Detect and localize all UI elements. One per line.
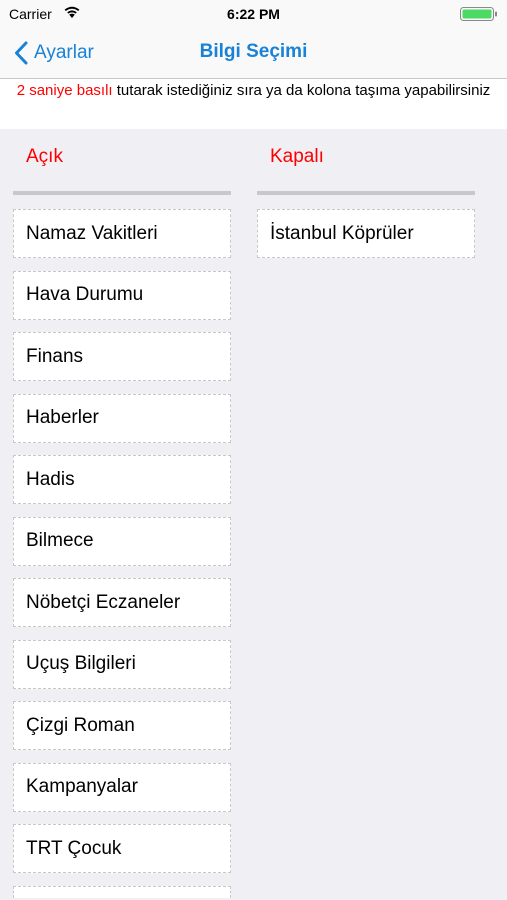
open-list: Namaz Vakitleri Hava Durumu Finans Haberler… — [13, 209, 231, 873]
closed-column-divider — [257, 191, 475, 195]
instruction-text: 2 saniye basılı tutarak istediğiniz sıra… — [0, 79, 507, 129]
battery-icon — [460, 7, 498, 26]
list-item[interactable]: Kampanyalar — [13, 762, 231, 812]
open-column-divider — [13, 191, 231, 195]
status-bar: Carrier 6:22 PM — [0, 0, 507, 28]
list-item[interactable]: Namaz Vakitleri — [13, 209, 231, 258]
list-item-partial[interactable] — [13, 885, 231, 898]
list-item[interactable]: Nöbetçi Eczaneler — [13, 578, 231, 627]
closed-column: Kapalı İstanbul Köprüler — [257, 130, 475, 271]
status-time: 6:22 PM — [227, 6, 280, 22]
list-item[interactable]: Haberler — [13, 393, 231, 443]
instruction-highlight: 2 saniye basılı — [16, 82, 113, 99]
chevron-left-icon — [15, 41, 28, 65]
closed-column-title: Kapalı — [270, 146, 324, 167]
list-item[interactable]: Bilmece — [13, 516, 231, 566]
list-item[interactable]: Çizgi Roman — [13, 701, 231, 750]
list-item[interactable]: Hadis — [13, 455, 231, 504]
open-column-title: Açık — [26, 146, 63, 167]
closed-list: İstanbul Köprüler — [257, 209, 475, 258]
open-column: Açık Namaz Vakitleri Hava Durumu Finans Hab… — [13, 130, 231, 898]
instruction-rest: tutarak istediğiniz sıra ya da kolona ta… — [112, 82, 491, 99]
navigation-bar: Ayarlar Bilgi Seçimi — [0, 28, 507, 79]
list-item[interactable]: Hava Durumu — [13, 270, 231, 320]
back-button-label: Ayarlar — [34, 42, 94, 63]
list-item[interactable]: İstanbul Köprüler — [257, 209, 475, 258]
back-button[interactable]: Ayarlar — [14, 38, 94, 68]
list-item[interactable]: TRT Çocuk — [13, 824, 231, 873]
list-item[interactable]: Uçuş Bilgileri — [13, 639, 231, 689]
list-item[interactable]: Finans — [13, 332, 231, 381]
